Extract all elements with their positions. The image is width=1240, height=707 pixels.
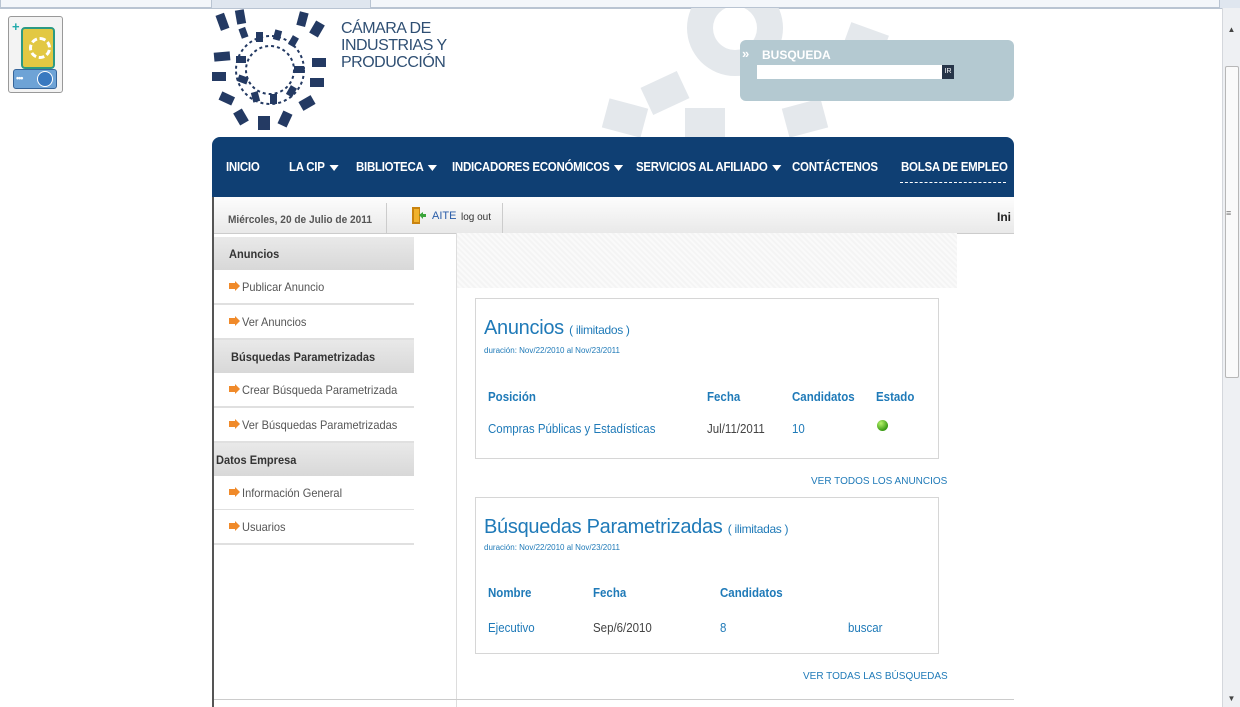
sidebar-section-datos-empresa: Datos Empresa [214,443,414,477]
divider [386,203,387,233]
caret-down-icon [614,164,624,171]
vertical-scrollbar[interactable]: ▲ ≡ ▼ [1222,8,1240,707]
nav-la-cip[interactable]: LA CIP [289,160,339,174]
column-header-estado: Estado [876,390,915,404]
sidebar-section-title: Anuncios [229,247,280,261]
search-input[interactable] [757,65,942,79]
sidebar-section-title: Datos Empresa [216,453,297,467]
nav-servicios-al-afiliado[interactable]: SERVICIOS AL AFILIADO [636,160,782,174]
logo-icon[interactable] [212,8,332,134]
double-chevron-icon: » [742,46,750,61]
sidebar-item-usuarios[interactable]: Usuarios [214,510,414,545]
nav-indicadores-economicos[interactable]: INDICADORES ECONÓMICOS [452,160,624,174]
ver-todos-anuncios-link[interactable]: VER TODOS LOS ANUNCIOS [811,476,947,487]
logout-link[interactable]: log out [461,212,491,223]
browser-tab[interactable] [370,0,1220,8]
nav-biblioteca[interactable]: BIBLIOTECA [356,160,438,174]
anuncios-title: Anuncios ( ilimitados ) [484,317,630,339]
anuncio-fecha: Jul/11/2011 [707,422,765,436]
divider [502,203,503,233]
footer-divider [214,699,1014,700]
status-active-icon [877,420,888,431]
column-header-posicion: Posición [488,390,536,404]
caret-down-icon [428,164,438,171]
busqueda-fecha: Sep/6/2010 [593,621,652,635]
logout-door-icon[interactable] [412,207,426,224]
gear-icon [21,27,55,69]
sidebar-item-crear-busqueda[interactable]: Crear Búsqueda Parametrizada [214,373,414,408]
scroll-grip-icon: ≡ [1226,208,1232,218]
sidebar-item-label: Publicar Anuncio [242,280,325,294]
sidebar-section-busquedas: Búsquedas Parametrizadas [214,340,414,374]
sidebar-item-label: Información General [242,486,343,500]
sidebar-item-label: Ver Anuncios [242,315,307,329]
ver-todas-busquedas-link[interactable]: VER TODAS LAS BÚSQUEDAS [803,671,948,682]
sidebar-item-label: Crear Búsqueda Parametrizada [242,383,398,397]
column-header-fecha: Fecha [707,390,741,404]
anuncios-duration: duración: Nov/22/2010 al Nov/23/2011 [484,346,620,355]
caret-down-icon [772,164,782,171]
busqueda-candidatos-link[interactable]: 8 [720,621,726,635]
active-nav-underline [900,182,1006,183]
buscar-link[interactable]: buscar [848,621,883,635]
anuncio-posicion-link[interactable]: Compras Públicas y Estadísticas [488,422,655,436]
nav-inicio[interactable]: INICIO [226,160,260,174]
busquedas-title: Búsquedas Parametrizadas ( ilimitadas ) [484,516,789,538]
column-header-nombre: Nombre [488,586,532,600]
caret-down-icon [329,164,339,171]
right-truncated-text[interactable]: Ini [997,210,1011,224]
sidebar-item-ver-busquedas[interactable]: Ver Búsquedas Parametrizadas [214,408,414,443]
options-bar-icon: ••• [13,69,57,89]
search-label: BUSQUEDA [762,48,831,62]
sidebar-item-label: Usuarios [242,520,286,534]
column-header-candidatos: Candidatos [792,390,855,404]
busquedas-duration: duración: Nov/22/2010 al Nov/23/2011 [484,543,620,552]
scroll-thumb[interactable] [1225,66,1239,378]
sidebar-section-anuncios: Anuncios [214,237,414,271]
sidebar-item-ver-anuncios[interactable]: Ver Anuncios [214,305,414,340]
accessibility-widget-icon[interactable]: + ••• [8,16,63,93]
current-date: Miércoles, 20 de Julio de 2011 [228,214,373,226]
anuncio-candidatos-link[interactable]: 10 [792,422,805,436]
user-name: AITE [432,210,457,222]
column-header-candidatos: Candidatos [720,586,783,600]
search-go-button[interactable]: IR [942,65,954,79]
sidebar-item-label: Ver Búsquedas Parametrizadas [242,418,398,432]
nav-bolsa-de-empleo[interactable]: BOLSA DE EMPLEO [901,160,1008,174]
logo-text: CÁMARA DE INDUSTRIAS Y PRODUCCIÓN [341,20,447,71]
sidebar-item-publicar-anuncio[interactable]: Publicar Anuncio [214,270,414,305]
busqueda-nombre-link[interactable]: Ejecutivo [488,621,535,635]
browser-tab[interactable] [0,0,212,8]
nav-contactenos[interactable]: CONTÁCTENOS [792,160,878,174]
column-header-fecha: Fecha [593,586,627,600]
scroll-up-arrow-icon[interactable]: ▲ [1223,22,1240,38]
sidebar-section-title: Búsquedas Parametrizadas [231,350,376,364]
sidebar-item-informacion-general[interactable]: Información General [214,476,414,511]
plus-icon: + [12,19,20,34]
content-header-pattern [457,233,957,288]
scroll-down-arrow-icon[interactable]: ▼ [1223,691,1240,707]
content-divider [456,233,457,707]
